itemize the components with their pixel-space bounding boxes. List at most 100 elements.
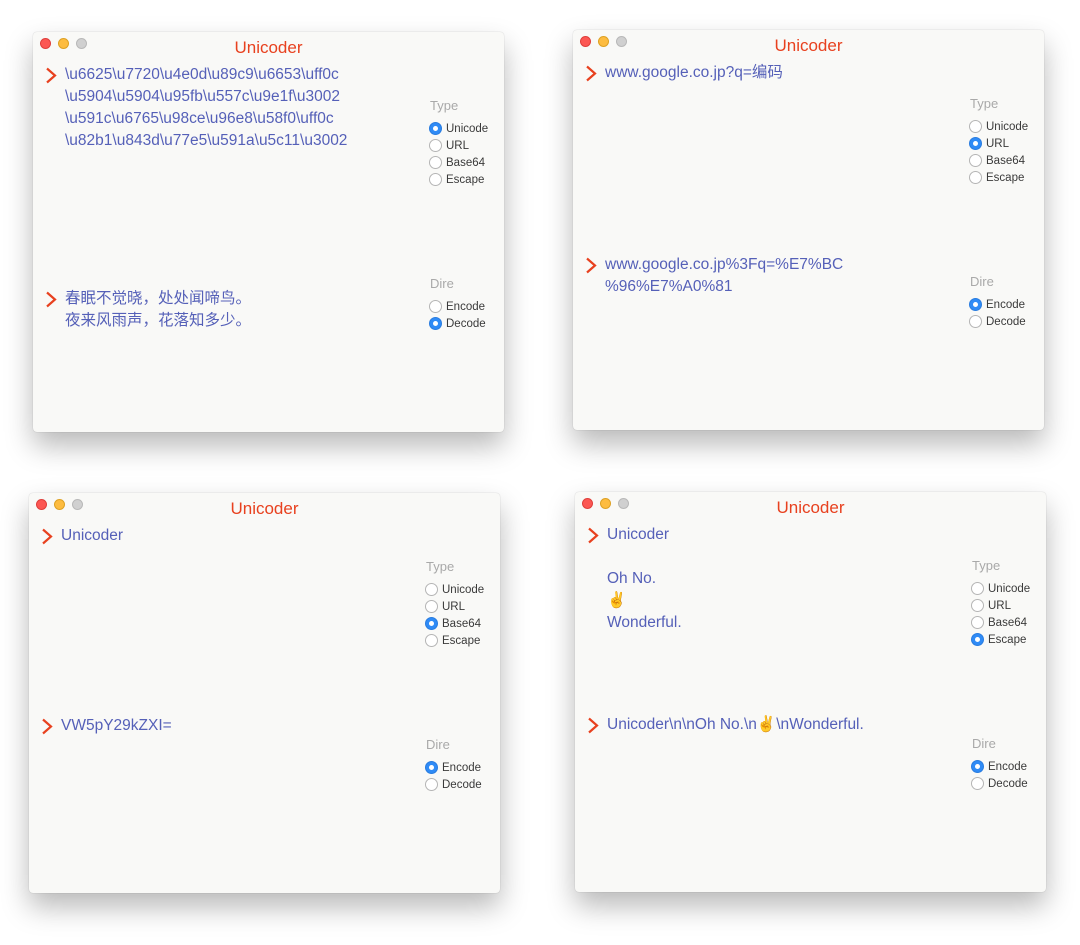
radio-button[interactable] — [425, 761, 438, 774]
type-option-url[interactable]: URL — [971, 597, 1011, 614]
radio-label: URL — [986, 137, 1010, 150]
direction-option-encode[interactable]: Encode — [971, 758, 1027, 775]
input-field[interactable]: www.google.co.jp?q=编码 — [585, 62, 940, 84]
radio-label: Unicode — [446, 122, 489, 135]
radio-button[interactable] — [969, 315, 982, 328]
input-field[interactable]: Unicoder — [41, 525, 396, 547]
radio-label: Decode — [442, 778, 482, 791]
chevron-right-icon[interactable] — [41, 718, 55, 735]
radio-label: Escape — [442, 634, 481, 647]
type-option-escape[interactable]: Escape — [969, 169, 1024, 186]
direction-option-decode[interactable]: Decode — [969, 313, 1026, 330]
direction-group-label: Dire — [972, 736, 996, 751]
type-group-label: Type — [426, 559, 455, 574]
input-field[interactable]: \u6625\u7720\u4e0d\u89c9\u6653\uff0c \u5… — [45, 64, 400, 152]
type-option-unicode[interactable]: Unicode — [969, 118, 1028, 135]
unicoder-window: Unicoder \u6625\u7720\u4e0d\u89c9\u6653\u… — [33, 32, 504, 432]
radio-label: Base64 — [988, 616, 1028, 629]
type-option-unicode[interactable]: Unicode — [429, 120, 488, 137]
chevron-right-icon[interactable] — [587, 717, 601, 734]
radio-button[interactable] — [971, 633, 984, 646]
radio-label: Escape — [446, 173, 485, 186]
radio-label: URL — [442, 600, 466, 613]
output-field[interactable]: www.google.co.jp%3Fq=%E7%BC %96%E7%A0%81 — [585, 254, 940, 298]
radio-label: Escape — [988, 633, 1027, 646]
direction-option-decode[interactable]: Decode — [425, 776, 482, 793]
output-field[interactable]: Unicoder\n\nOh No.\n✌️\nWonderful. — [587, 714, 942, 736]
radio-button[interactable] — [429, 139, 442, 152]
output-text[interactable]: www.google.co.jp%3Fq=%E7%BC %96%E7%A0%81 — [605, 254, 940, 298]
radio-label: Unicode — [988, 582, 1031, 595]
type-option-base64[interactable]: Base64 — [429, 154, 485, 171]
input-field[interactable]: Unicoder Oh No. ✌️ Wonderful. — [587, 524, 942, 634]
radio-button[interactable] — [425, 778, 438, 791]
radio-button[interactable] — [969, 137, 982, 150]
screenshot-collage: { "windows": [ { "title": "Unicoder", "i… — [0, 0, 1080, 945]
chevron-right-icon[interactable] — [41, 528, 55, 545]
type-option-url[interactable]: URL — [429, 137, 469, 154]
type-option-escape[interactable]: Escape — [425, 632, 480, 649]
direction-option-encode[interactable]: Encode — [425, 759, 481, 776]
radio-button[interactable] — [429, 173, 442, 186]
chevron-right-icon[interactable] — [587, 527, 601, 544]
type-option-base64[interactable]: Base64 — [425, 615, 481, 632]
output-field[interactable]: VW5pY29kZXI= — [41, 715, 396, 737]
output-text[interactable]: Unicoder\n\nOh No.\n✌️\nWonderful. — [607, 714, 942, 736]
radio-button[interactable] — [429, 317, 442, 330]
direction-option-decode[interactable]: Decode — [429, 315, 486, 332]
type-option-escape[interactable]: Escape — [429, 171, 484, 188]
radio-label: Encode — [442, 761, 482, 774]
radio-button[interactable] — [971, 582, 984, 595]
radio-button[interactable] — [971, 599, 984, 612]
input-text[interactable]: Unicoder Oh No. ✌️ Wonderful. — [607, 524, 942, 634]
radio-label: Base64 — [442, 617, 482, 630]
radio-button[interactable] — [429, 122, 442, 135]
radio-button[interactable] — [969, 298, 982, 311]
type-option-base64[interactable]: Base64 — [971, 614, 1027, 631]
radio-button[interactable] — [969, 120, 982, 133]
unicoder-window: Unicoder www.google.co.jp?q=编码 www.google.… — [573, 30, 1044, 430]
radio-label: Unicode — [442, 583, 485, 596]
radio-button[interactable] — [425, 600, 438, 613]
radio-button[interactable] — [969, 171, 982, 184]
chevron-right-icon[interactable] — [45, 291, 59, 308]
radio-label: Encode — [446, 300, 486, 313]
direction-option-encode[interactable]: Encode — [429, 298, 485, 315]
type-option-base64[interactable]: Base64 — [969, 152, 1025, 169]
radio-button[interactable] — [971, 760, 984, 773]
window-title: Unicoder — [774, 36, 843, 55]
radio-label: Escape — [986, 171, 1025, 184]
unicoder-window: Unicoder Unicoder Oh No. ✌️ Wonderful. Uni… — [575, 492, 1046, 892]
type-option-url[interactable]: URL — [969, 135, 1009, 152]
type-group-label: Type — [970, 96, 999, 111]
input-text[interactable]: Unicoder — [61, 525, 396, 547]
direction-option-decode[interactable]: Decode — [971, 775, 1028, 792]
radio-button[interactable] — [425, 583, 438, 596]
type-option-url[interactable]: URL — [425, 598, 465, 615]
radio-button[interactable] — [425, 634, 438, 647]
output-text[interactable]: VW5pY29kZXI= — [61, 715, 396, 737]
radio-label: Decode — [988, 777, 1028, 790]
radio-button[interactable] — [425, 617, 438, 630]
direction-group-label: Dire — [970, 274, 994, 289]
radio-label: URL — [988, 599, 1012, 612]
radio-button[interactable] — [969, 154, 982, 167]
radio-label: Base64 — [446, 156, 486, 169]
output-field[interactable]: 春眠不觉晓，处处闻啼鸟。 夜来风雨声，花落知多少。 — [45, 288, 400, 332]
type-option-escape[interactable]: Escape — [971, 631, 1026, 648]
type-group-label: Type — [430, 98, 459, 113]
chevron-right-icon[interactable] — [45, 67, 59, 84]
input-text[interactable]: \u6625\u7720\u4e0d\u89c9\u6653\uff0c \u5… — [65, 64, 400, 152]
output-text[interactable]: 春眠不觉晓，处处闻啼鸟。 夜来风雨声，花落知多少。 — [65, 288, 400, 332]
radio-button[interactable] — [971, 777, 984, 790]
input-text[interactable]: www.google.co.jp?q=编码 — [605, 62, 940, 84]
chevron-right-icon[interactable] — [585, 65, 599, 82]
radio-button[interactable] — [971, 616, 984, 629]
type-option-unicode[interactable]: Unicode — [425, 581, 484, 598]
radio-label: Encode — [988, 760, 1028, 773]
radio-button[interactable] — [429, 156, 442, 169]
direction-option-encode[interactable]: Encode — [969, 296, 1025, 313]
chevron-right-icon[interactable] — [585, 257, 599, 274]
type-option-unicode[interactable]: Unicode — [971, 580, 1030, 597]
radio-button[interactable] — [429, 300, 442, 313]
